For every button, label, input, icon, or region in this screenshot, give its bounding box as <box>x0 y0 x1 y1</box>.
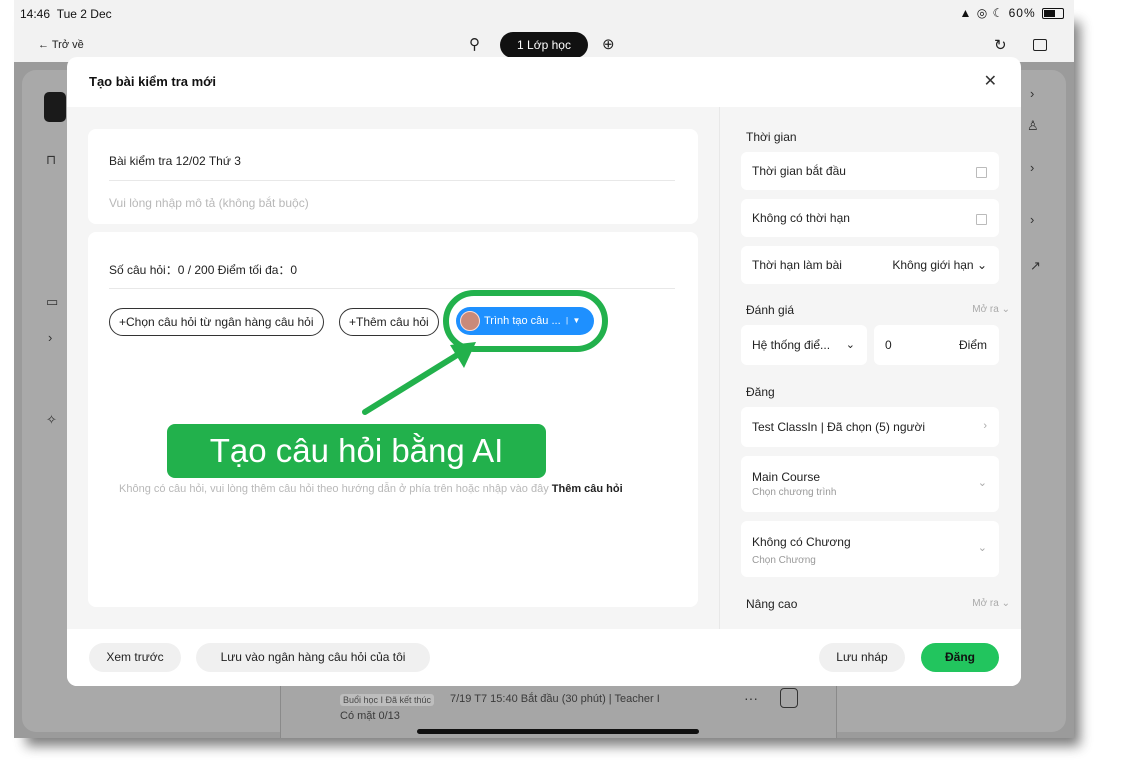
annotation-arrow <box>362 342 476 415</box>
arrow-shaft <box>362 349 465 415</box>
ai-callout-label: Tạo câu hỏi bằng AI <box>167 424 546 478</box>
